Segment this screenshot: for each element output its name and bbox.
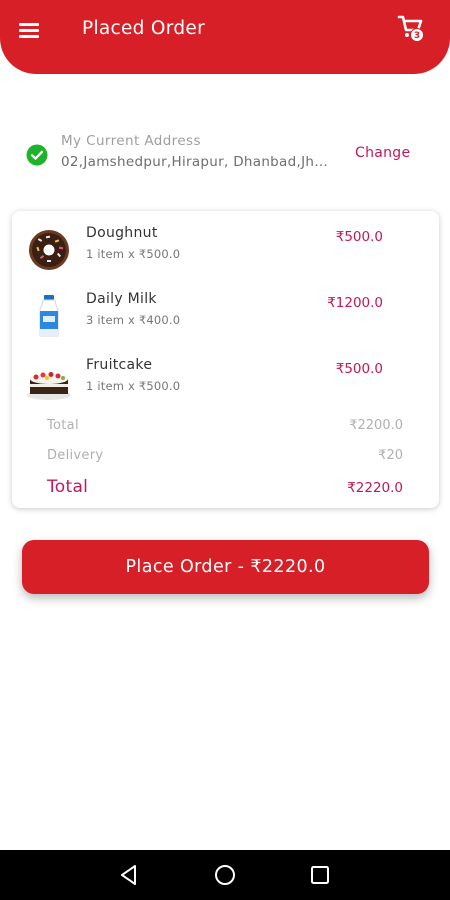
item-name: Doughnut	[86, 225, 158, 241]
place-order-button[interactable]: Place Order - ₹2220.0	[22, 540, 429, 594]
item-name: Fruitcake	[86, 357, 153, 373]
item-price: ₹500.0	[335, 361, 383, 377]
cart-button[interactable]: 3	[396, 12, 430, 46]
item-name: Daily Milk	[86, 291, 157, 307]
menu-icon-bar	[19, 29, 39, 32]
menu-button[interactable]	[18, 20, 42, 40]
change-address-button[interactable]: Change	[355, 145, 410, 161]
subtotal-row: Total ₹2200.0	[12, 418, 439, 440]
item-quantity: 3 item x ₹400.0	[86, 313, 181, 327]
item-price: ₹500.0	[335, 229, 383, 245]
total-row: Total ₹2220.0	[12, 477, 439, 499]
menu-icon-bar	[19, 23, 39, 26]
order-item: Doughnut 1 item x ₹500.0 ₹500.0	[12, 221, 439, 277]
total-label: Total	[47, 477, 89, 497]
current-address: My Current Address 02,Jamshedpur,Hirapur…	[24, 132, 434, 176]
doughnut-image	[29, 230, 69, 270]
item-quantity: 1 item x ₹500.0	[86, 379, 181, 393]
fruitcake-image	[27, 372, 71, 400]
app-bar: Placed Order 3	[0, 0, 450, 74]
page-title: Placed Order	[82, 18, 205, 39]
recents-icon[interactable]	[307, 862, 333, 888]
item-quantity: 1 item x ₹500.0	[86, 247, 181, 261]
order-item: Daily Milk 3 item x ₹400.0 ₹1200.0	[12, 287, 439, 343]
subtotal-value: ₹2200.0	[349, 418, 403, 433]
delivery-value: ₹20	[378, 448, 403, 463]
total-value: ₹2220.0	[347, 480, 403, 496]
milk-bottle-image	[39, 295, 59, 337]
delivery-label: Delivery	[47, 448, 104, 463]
order-summary-card: Doughnut 1 item x ₹500.0 ₹500.0 Daily Mi…	[12, 211, 439, 508]
check-circle-icon	[26, 144, 48, 166]
address-value: 02,Jamshedpur,Hirapur, Dhanbad,Jharkhand	[61, 154, 333, 170]
menu-icon-bar	[19, 35, 39, 38]
home-icon[interactable]	[212, 862, 238, 888]
cart-count-badge: 3	[410, 28, 424, 42]
system-navigation-bar	[0, 850, 450, 900]
item-price: ₹1200.0	[327, 295, 383, 311]
subtotal-label: Total	[47, 418, 79, 433]
address-label: My Current Address	[61, 133, 201, 149]
order-item: Fruitcake 1 item x ₹500.0 ₹500.0	[12, 353, 439, 409]
back-icon[interactable]	[116, 862, 142, 888]
delivery-row: Delivery ₹20	[12, 448, 439, 470]
